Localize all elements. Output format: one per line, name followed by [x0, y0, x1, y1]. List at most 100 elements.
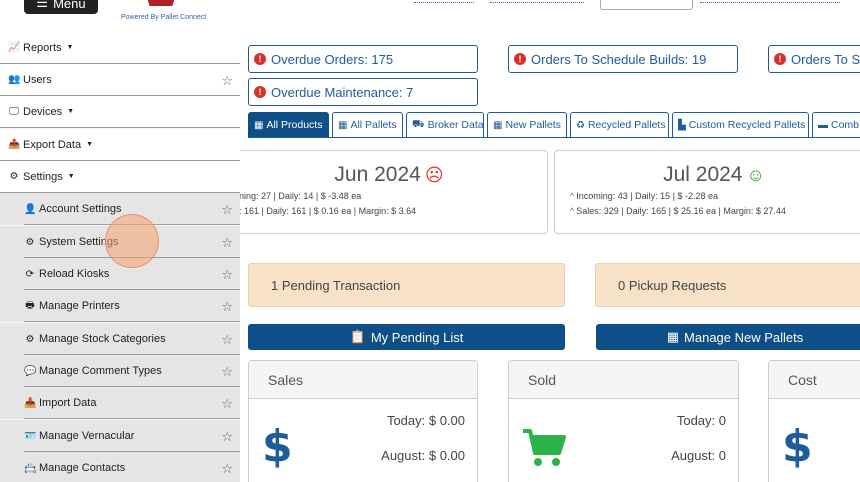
tab-new-pallets[interactable]: ▦ New Pallets [487, 112, 567, 138]
tab-all-pallets[interactable]: ▦ All Pallets [332, 112, 403, 138]
monitor-icon: 🖵 [9, 106, 19, 117]
month-incoming: ning: 27 | Daily: 14 | $ -3.48 ea [240, 191, 362, 201]
address-book-icon: 📇 [24, 462, 37, 474]
star-icon[interactable]: ☆ [221, 396, 233, 412]
sidebar-subitem-manage-contacts[interactable]: 📇 Manage Contacts ☆ [0, 452, 240, 482]
tab-label: Custom Recycled Pallets [688, 119, 806, 131]
sidebar-subitem-manage-printers[interactable]: 🖶 Manage Printers ☆ [0, 290, 240, 322]
star-icon[interactable]: ☆ [221, 461, 233, 477]
refresh-icon: ⟳ [25, 268, 35, 280]
pallets-icon: ▦ [666, 329, 680, 344]
powered-by-text: Powered By Pallet Connect [121, 14, 207, 21]
month-title-text: Jun 2024 [334, 163, 421, 186]
star-icon[interactable]: ☆ [221, 429, 233, 445]
tab-label: Broker Data [427, 119, 484, 131]
main-content: ! Overdue Orders: 175 ! Orders To Schedu… [240, 40, 860, 482]
star-icon[interactable]: ☆ [221, 267, 233, 283]
sidebar-subitem-manage-stock-categories[interactable]: ⚙ Manage Stock Categories ☆ [0, 323, 240, 355]
smile-icon: ☺ [746, 165, 765, 185]
sidebar-item-export-data[interactable]: 📤 Export Data ▼ [0, 129, 240, 161]
top-nav-link[interactable] [490, 0, 584, 3]
star-icon[interactable]: ☆ [221, 202, 233, 218]
tab-all-products[interactable]: ▦ All Products [248, 112, 329, 138]
sidebar-item-label: Devices [23, 105, 63, 118]
tab-comb[interactable]: ▬ Comb [812, 112, 860, 138]
alert-label: Overdue Maintenance: 7 [271, 84, 414, 100]
button-label: My Pending List [370, 329, 464, 345]
overdue-orders-alert[interactable]: ! Overdue Orders: 175 [248, 45, 478, 73]
sidebar-item-reports[interactable]: 📈 Reports ▼ [0, 32, 240, 64]
truck-icon: ⛟ [412, 118, 425, 130]
card-header: Sales [249, 361, 477, 399]
month-sales: ^ Sales: 329 | Daily: 165 | $ 25.16 ea | … [570, 206, 786, 216]
star-icon[interactable]: ☆ [221, 332, 233, 348]
star-icon[interactable]: ☆ [221, 299, 233, 315]
frown-icon: ☹ [424, 165, 444, 185]
tab-recycled-pallets[interactable]: ♻ Recycled Pallets [570, 112, 669, 138]
sidebar-subitem-import-data[interactable]: 📥 Import Data ☆ [0, 387, 240, 419]
month-title: Jun 2024 ☹ [240, 163, 547, 187]
recycle-icon: ♻ [576, 119, 585, 131]
sidebar-subitem-label: Account Settings [39, 203, 122, 215]
month-card-jun: Jun 2024 ☹ ning: 27 | Daily: 14 | $ -3.48… [240, 150, 548, 234]
cogs-icon: ⚙ [25, 333, 35, 345]
orders-to-schedule-alert[interactable]: ! Orders To Schedule Builds: 19 [508, 45, 738, 73]
sold-card: Sold Today: 0 August: 0 [508, 360, 739, 482]
pallets-icon: ▦ [493, 119, 503, 131]
top-nav-link[interactable] [700, 0, 840, 3]
month-sales: : 161 | Daily: 161 | $ 0.16 ea | Margin:… [240, 206, 417, 216]
sidebar-subitem-label: Manage Vernacular [39, 430, 135, 442]
pending-transaction-box[interactable]: 1 Pending Transaction [248, 263, 565, 307]
card-header: Sold [509, 361, 738, 399]
sidebar-subitem-manage-comment-types[interactable]: 💬 Manage Comment Types ☆ [0, 355, 240, 387]
chevron-up-icon: ^ [570, 191, 575, 201]
month-title: Jul 2024 ☺ [555, 163, 860, 187]
card-header: Cost [769, 361, 860, 399]
pallet-icon: ▙ [678, 119, 686, 131]
pallet-icon: ▬ [818, 119, 828, 131]
sidebar-item-label: Settings [23, 170, 63, 183]
sidebar-item-label: Export Data [23, 138, 82, 151]
sidebar-subitem-label: Manage Printers [39, 300, 120, 312]
location-select[interactable] [600, 0, 693, 10]
tab-label: Comb [831, 119, 860, 131]
tab-custom-recycled-pallets[interactable]: ▙ Custom Recycled Pallets [672, 112, 809, 138]
shopping-cart-icon [523, 429, 566, 466]
clipboard-icon: 📋 [349, 329, 366, 344]
brand-logo[interactable] [146, 0, 176, 6]
sidebar-subitem-label: Import Data [39, 397, 97, 409]
user-icon: 👤 [24, 203, 37, 215]
orders-to-s-alert[interactable]: ! Orders To S [768, 45, 860, 73]
caret-down-icon: ▼ [67, 108, 75, 115]
top-nav-link[interactable] [414, 0, 474, 3]
cogs-icon: ⚙ [9, 171, 19, 182]
manage-new-pallets-button[interactable]: ▦ Manage New Pallets [596, 324, 860, 350]
app-root: ☰ Menu Powered By Pallet Connect 📈 Repor… [0, 0, 860, 482]
alert-label: Orders To S [791, 51, 860, 67]
star-icon[interactable]: ☆ [221, 73, 233, 89]
tab-label: Recycled Pallets [587, 119, 666, 131]
exclamation-icon: ! [254, 53, 266, 65]
sidebar-subitem-label: Manage Comment Types [39, 365, 162, 377]
sidebar-subitem-manage-vernacular[interactable]: 🪪 Manage Vernacular ☆ [0, 420, 240, 452]
chevron-up-icon: ^ [570, 206, 575, 216]
pending-transaction-label: 1 Pending Transaction [271, 277, 401, 293]
tab-underline [248, 137, 860, 138]
star-icon[interactable]: ☆ [221, 364, 233, 380]
caret-down-icon: ▼ [86, 141, 94, 148]
overdue-maintenance-alert[interactable]: ! Overdue Maintenance: 7 [248, 78, 478, 106]
my-pending-list-button[interactable]: 📋 My Pending List [248, 324, 565, 350]
bar-chart-icon: 📈 [8, 42, 21, 53]
pickup-requests-box[interactable]: 0 Pickup Requests [595, 263, 860, 307]
pickup-requests-label: 0 Pickup Requests [618, 277, 727, 293]
dollar-icon: $ [782, 421, 813, 472]
sidebar-item-devices[interactable]: 🖵 Devices ▼ [0, 96, 240, 128]
tab-broker-data[interactable]: ⛟ Broker Data [406, 112, 484, 138]
users-icon: 👥 [8, 74, 21, 85]
menu-button[interactable]: ☰ Menu [24, 0, 98, 14]
sidebar-item-settings[interactable]: ⚙ Settings ▼ [0, 161, 240, 193]
sidebar-item-label: Users [23, 73, 52, 86]
cursor-highlight [105, 214, 159, 268]
sidebar-item-users[interactable]: 👥 Users ☆ [0, 64, 240, 96]
star-icon[interactable]: ☆ [221, 235, 233, 251]
